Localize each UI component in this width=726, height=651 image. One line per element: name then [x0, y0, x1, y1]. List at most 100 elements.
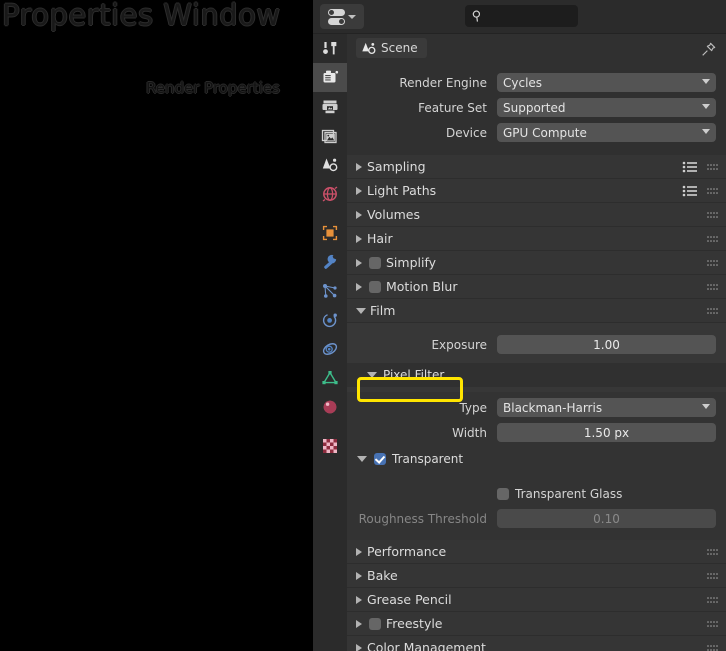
render-engine-dropdown[interactable]: Cycles — [497, 73, 716, 92]
pixel-filter-type-row: Type Blackman-Harris — [347, 395, 726, 420]
panel-grip-icon[interactable] — [707, 284, 718, 291]
panel-bake[interactable]: Bake — [347, 564, 726, 588]
panel-color-management-label: Color Management — [367, 640, 486, 651]
sidebar-item-view-layer[interactable] — [313, 121, 347, 150]
disclosure-triangle-icon — [356, 282, 362, 291]
panel-light-paths[interactable]: Light Paths — [347, 179, 726, 203]
panel-performance-label: Performance — [367, 544, 447, 559]
panel-grip-icon[interactable] — [707, 621, 718, 628]
search-input[interactable]: ⚲ — [465, 5, 578, 27]
printer-icon — [322, 100, 338, 113]
panel-simplify[interactable]: Simplify — [347, 251, 726, 275]
panel-grip-icon[interactable] — [707, 260, 718, 267]
chevron-down-icon — [702, 104, 710, 109]
render-engine-row: Render Engine Cycles — [347, 70, 726, 95]
panel-bake-label: Bake — [367, 568, 398, 583]
editor-type-button[interactable] — [320, 4, 364, 29]
panel-motion-blur[interactable]: Motion Blur — [347, 275, 726, 299]
chevron-down-icon — [348, 14, 356, 19]
roughness-threshold-value: 0.10 — [593, 511, 620, 526]
exposure-row: Exposure 1.00 — [347, 332, 726, 357]
panel-grip-icon[interactable] — [707, 212, 718, 219]
panel-grease-pencil[interactable]: Grease Pencil — [347, 588, 726, 612]
panel-grip-icon[interactable] — [707, 164, 718, 171]
properties-editor: ⚲ Scene Render Engine Cycles Feature Set… — [313, 0, 726, 651]
constraint-icon — [322, 342, 338, 355]
pixel-filter-type-dropdown[interactable]: Blackman-Harris — [497, 398, 716, 417]
pin-icon[interactable] — [701, 42, 716, 57]
roughness-threshold-label: Roughness Threshold — [358, 511, 487, 526]
exposure-value: 1.00 — [593, 337, 620, 352]
sidebar-item-constraints[interactable] — [313, 334, 347, 363]
transparent-glass-checkbox[interactable] — [497, 488, 509, 500]
panel-motion-blur-label: Motion Blur — [386, 279, 458, 294]
preset-list-icon[interactable] — [682, 185, 698, 197]
feature-set-dropdown[interactable]: Supported — [497, 98, 716, 117]
breadcrumb[interactable]: Scene — [356, 38, 427, 58]
device-dropdown[interactable]: GPU Compute — [497, 123, 716, 142]
sidebar-item-material[interactable] — [313, 392, 347, 421]
annotation-subtitle: Render Properties — [146, 79, 280, 97]
panel-grip-icon[interactable] — [707, 573, 718, 580]
subpanel-transparent[interactable]: Transparent — [347, 447, 726, 471]
transparent-checkbox[interactable] — [374, 453, 386, 465]
exposure-label: Exposure — [431, 337, 487, 352]
panel-performance[interactable]: Performance — [347, 540, 726, 564]
subpanel-transparent-label: Transparent — [392, 452, 464, 466]
device-label: Device — [445, 125, 487, 140]
sidebar-item-tool[interactable] — [313, 34, 347, 63]
physics-orbit-icon — [322, 313, 337, 327]
mesh-triangle-icon — [322, 370, 338, 384]
sidebar-item-particles[interactable] — [313, 276, 347, 305]
panel-grip-icon[interactable] — [707, 236, 718, 243]
chevron-down-icon — [702, 79, 710, 84]
sidebar-item-physics[interactable] — [313, 305, 347, 334]
editor-type-properties-icon — [328, 8, 345, 25]
disclosure-triangle-icon — [356, 619, 362, 628]
panel-grip-icon[interactable] — [707, 308, 718, 315]
panel-grip-icon[interactable] — [707, 597, 718, 604]
wrench-icon — [324, 254, 337, 269]
panel-freestyle[interactable]: Freestyle — [347, 612, 726, 636]
panel-hair[interactable]: Hair — [347, 227, 726, 251]
panel-grip-icon[interactable] — [707, 549, 718, 556]
exposure-slider[interactable]: 1.00 — [497, 335, 716, 354]
sidebar-item-output[interactable] — [313, 92, 347, 121]
feature-set-label: Feature Set — [418, 100, 487, 115]
panel-sampling[interactable]: Sampling — [347, 155, 726, 179]
subpanel-pixel-filter-label: Pixel Filter — [383, 368, 445, 382]
scene-cone-icon — [322, 158, 338, 171]
panel-sampling-label: Sampling — [367, 159, 426, 174]
pixel-filter-width-slider[interactable]: 1.50 px — [497, 423, 716, 442]
disclosure-triangle-icon — [357, 456, 367, 462]
object-square-icon — [322, 225, 338, 240]
sidebar-item-scene[interactable] — [313, 150, 347, 179]
sidebar-item-render[interactable] — [313, 63, 347, 92]
sidebar-item-modifiers[interactable] — [313, 247, 347, 276]
freestyle-checkbox[interactable] — [369, 617, 381, 630]
simplify-checkbox[interactable] — [369, 256, 381, 269]
subpanel-pixel-filter[interactable]: Pixel Filter — [347, 363, 726, 387]
panel-film[interactable]: Film — [347, 299, 726, 323]
sidebar-item-object[interactable] — [313, 218, 347, 247]
properties-tab-rail — [313, 34, 347, 651]
preset-list-icon[interactable] — [682, 161, 698, 173]
sidebar-item-object-data[interactable] — [313, 363, 347, 392]
blender-properties-screenshot: Properties Window Render Properties ⚲ Sc… — [0, 0, 726, 651]
pixel-filter-width-row: Width 1.50 px — [347, 420, 726, 445]
sidebar-item-world[interactable] — [313, 179, 347, 208]
panel-hair-label: Hair — [367, 231, 393, 246]
images-icon — [321, 129, 337, 143]
annotation-title: Properties Window — [2, 0, 281, 32]
breadcrumb-row: Scene — [313, 34, 726, 62]
sidebar-item-texture[interactable] — [313, 431, 347, 460]
search-icon: ⚲ — [471, 7, 483, 25]
properties-content: Render Engine Cycles Feature Set Support… — [347, 62, 726, 651]
disclosure-triangle-icon — [367, 372, 377, 378]
motion-blur-checkbox[interactable] — [369, 280, 381, 293]
panel-volumes[interactable]: Volumes — [347, 203, 726, 227]
panel-grip-icon[interactable] — [707, 645, 718, 651]
panel-grip-icon[interactable] — [707, 188, 718, 195]
pixel-filter-width-label: Width — [452, 425, 487, 440]
panel-color-management[interactable]: Color Management — [347, 636, 726, 651]
